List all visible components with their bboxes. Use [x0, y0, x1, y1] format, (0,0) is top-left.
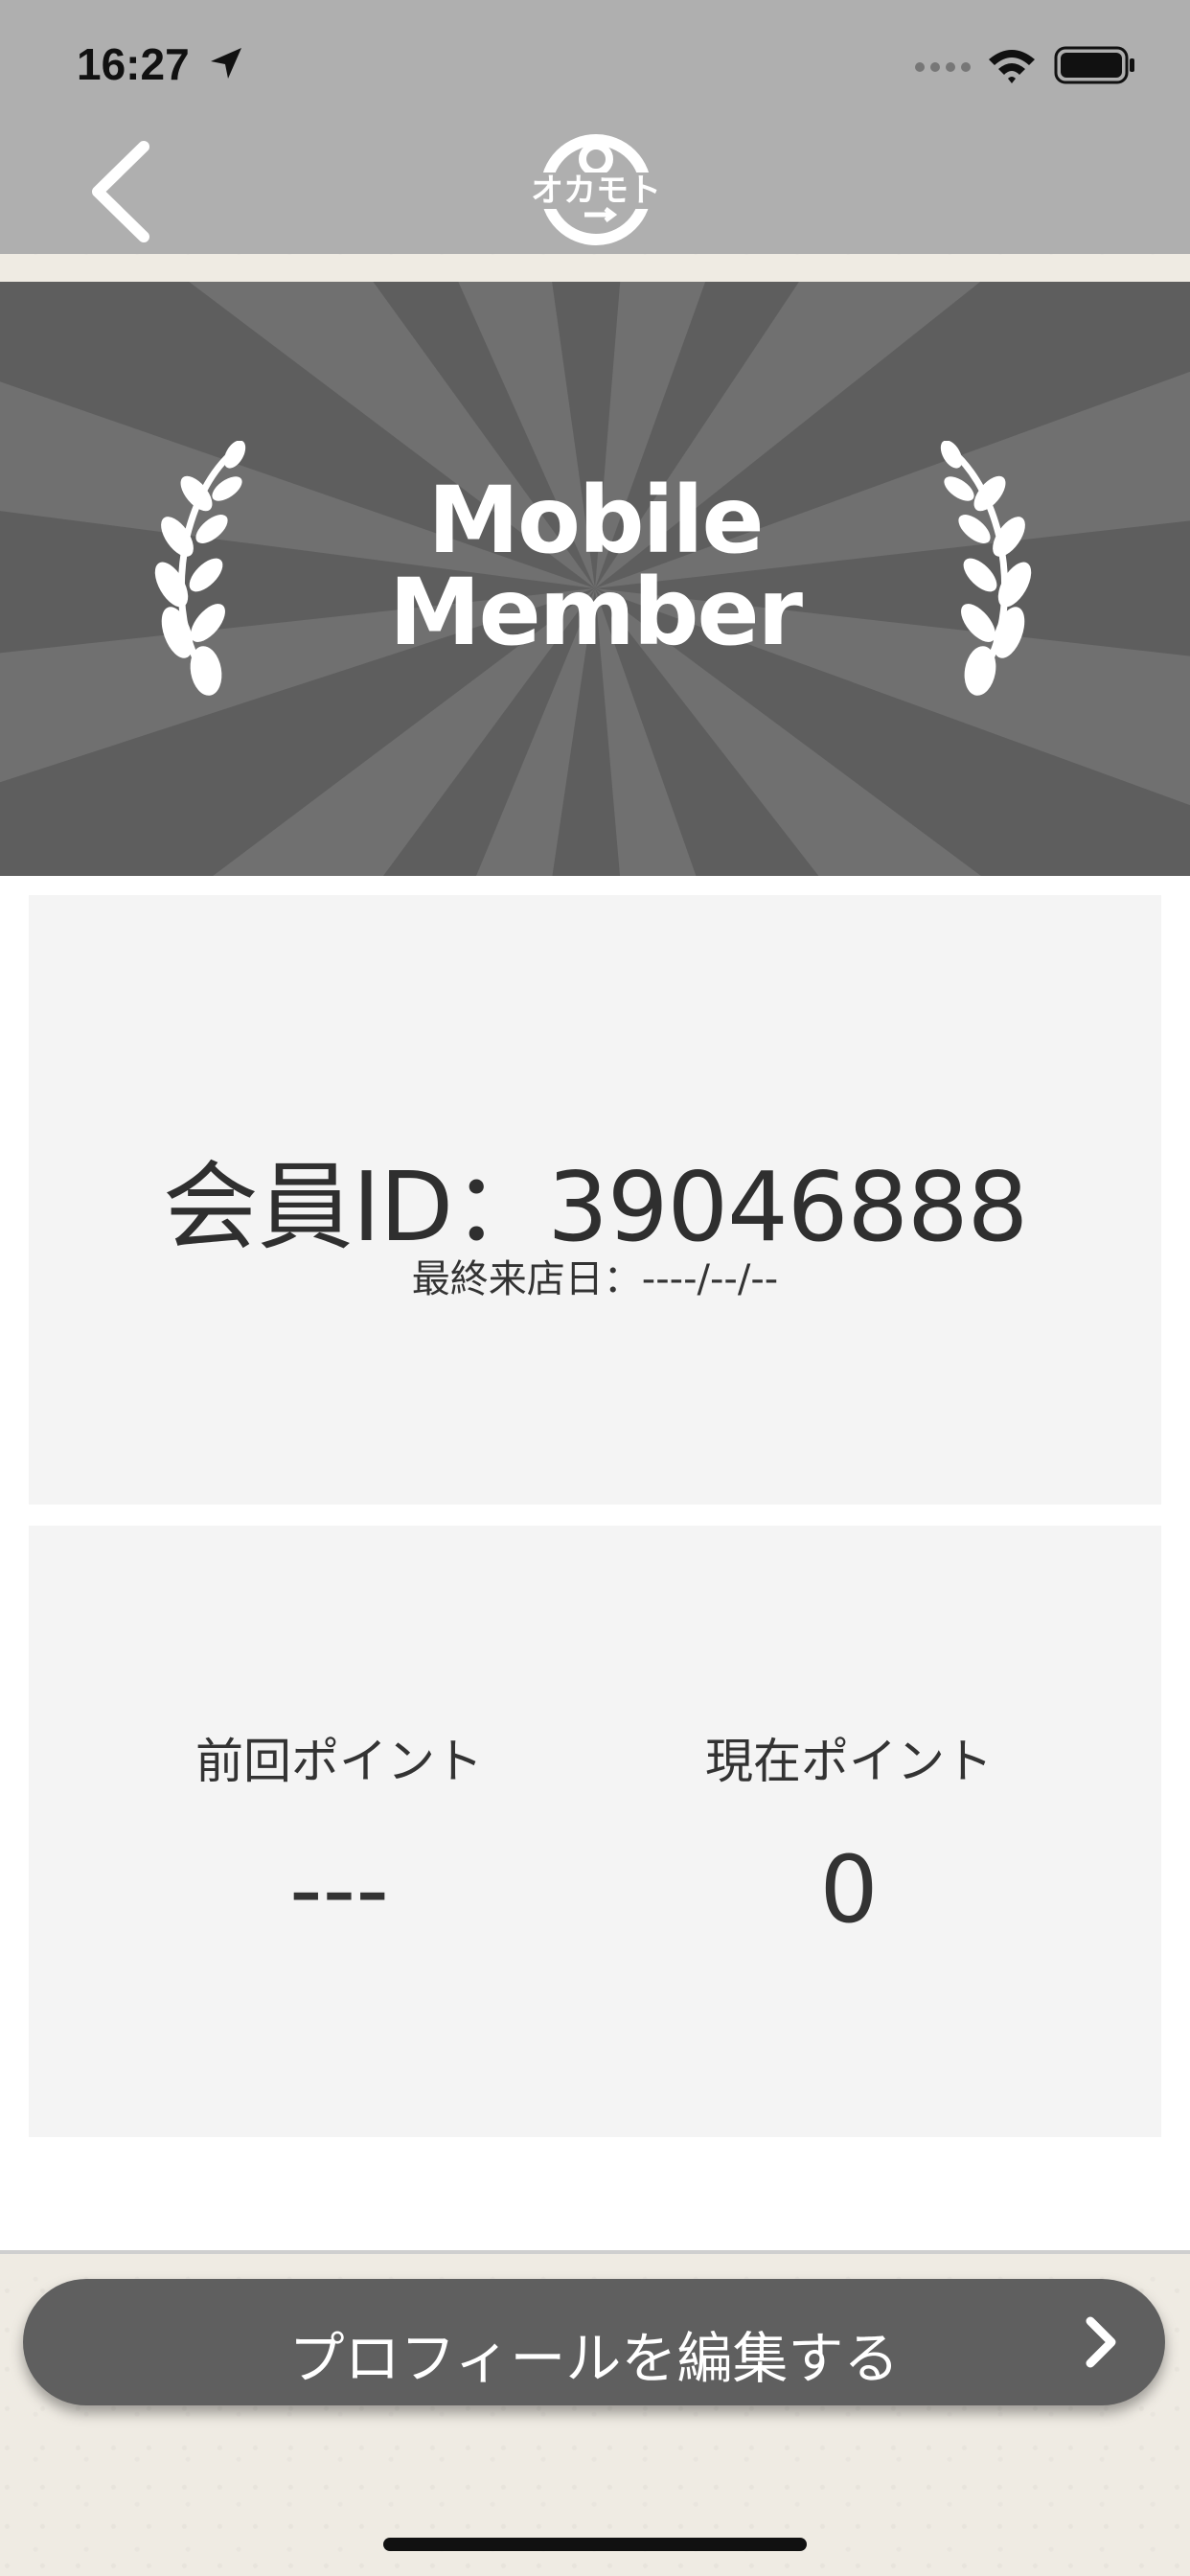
previous-points-value: ---	[289, 1836, 389, 1944]
location-arrow-icon	[211, 48, 241, 79]
chevron-right-icon	[1086, 2316, 1116, 2368]
hero-title-line1: Mobile	[427, 467, 764, 574]
current-points-label: 現在ポイント	[705, 1734, 993, 1789]
status-time: 16:27	[77, 39, 190, 89]
back-button[interactable]	[84, 139, 161, 244]
home-indicator[interactable]	[383, 2538, 807, 2551]
last-visit-date: 最終来店日：----/--/--	[411, 1257, 779, 1301]
okamoto-logo: オカモト	[517, 134, 675, 245]
edit-profile-button[interactable]: プロフィールを編集する	[23, 2279, 1165, 2405]
svg-text:オカモト: オカモト	[531, 172, 661, 210]
wifi-icon	[989, 50, 1035, 83]
cellular-signal-icon	[915, 62, 971, 72]
edit-profile-label: プロフィールを編集する	[288, 2326, 900, 2391]
points-card	[29, 1526, 1161, 2137]
hero-title: Mobile Member	[0, 474, 1190, 658]
battery-icon	[1054, 46, 1134, 84]
previous-points-label: 前回ポイント	[195, 1734, 483, 1789]
current-points-value: 0	[819, 1836, 879, 1944]
hero-title-line2: Member	[389, 559, 803, 666]
